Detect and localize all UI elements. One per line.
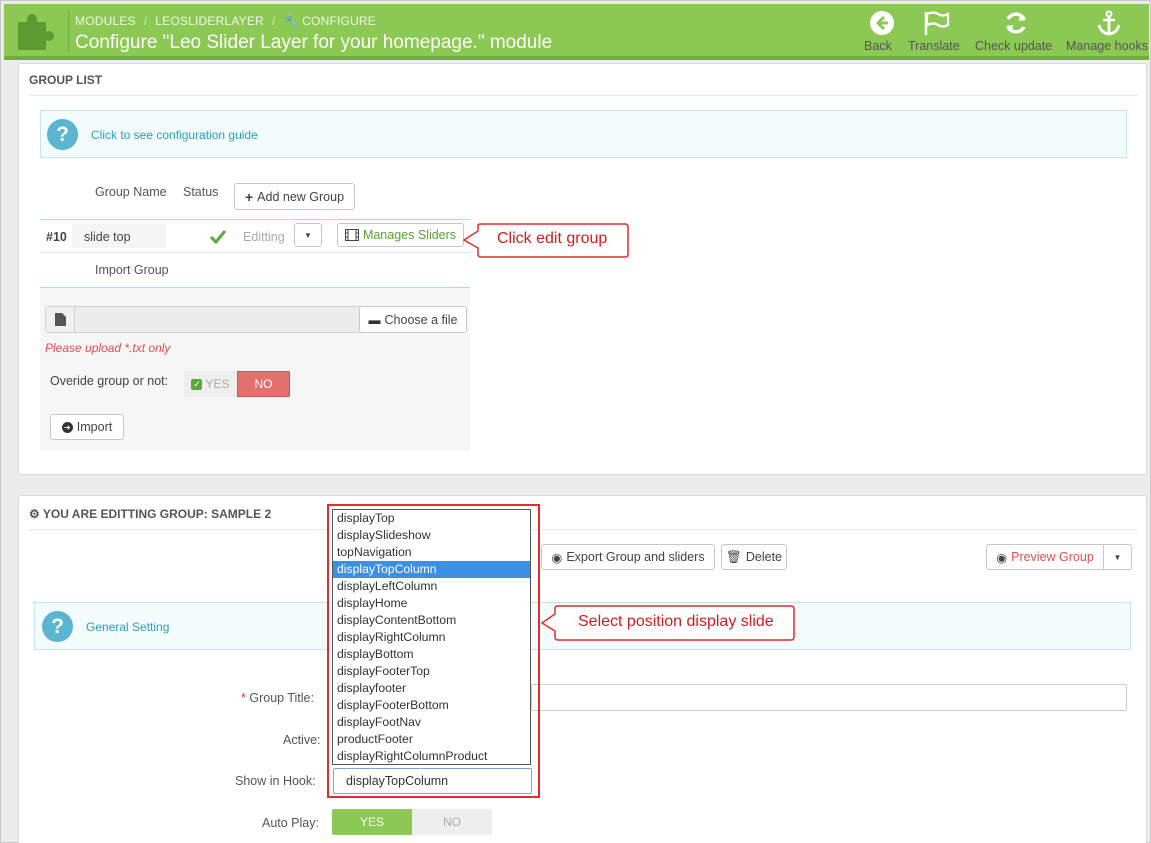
group-title-label: * Group Title:: [241, 691, 314, 705]
show-in-hook-label: Show in Hook:: [235, 774, 316, 788]
hook-option[interactable]: displayBottom: [333, 646, 530, 663]
col-status: Status: [183, 185, 219, 199]
auto-play-label: Auto Play:: [262, 816, 319, 830]
hook-dropdown-list[interactable]: displayTop displaySlideshow topNavigation d…: [332, 509, 531, 765]
plus-icon: +: [244, 188, 254, 205]
file-input[interactable]: ▬ Choose a file: [45, 306, 467, 333]
add-group-button[interactable]: + Add new Group: [234, 183, 355, 210]
hook-option[interactable]: topNavigation: [333, 544, 530, 561]
back-button[interactable]: Back: [864, 10, 900, 53]
col-group-name: Group Name: [95, 185, 167, 199]
hook-option[interactable]: displayHome: [333, 595, 530, 612]
guide-link[interactable]: Click to see configuration guide: [91, 128, 258, 142]
hook-option[interactable]: displaySlideshow: [333, 527, 530, 544]
question-icon: ?: [42, 611, 73, 642]
hook-option[interactable]: displayTop: [333, 510, 530, 527]
preview-group-button[interactable]: ◉ Preview Group: [986, 544, 1104, 570]
override-label: Overide group or not:: [50, 374, 169, 388]
upload-note: Please upload *.txt only: [45, 341, 171, 355]
group-list-heading: GROUP LIST: [29, 64, 1138, 96]
table-row: #10 slide top Editting ▼ Manages Sliders: [40, 219, 470, 253]
check-icon[interactable]: [210, 230, 226, 244]
film-icon: [344, 229, 359, 241]
anchor-icon: [1097, 10, 1121, 36]
edit-group-callout: Click edit group: [497, 230, 608, 247]
hook-option[interactable]: displayRightColumnProduct: [333, 748, 530, 765]
hook-option[interactable]: displayFootNav: [333, 714, 530, 731]
flag-icon: [924, 11, 950, 35]
group-title-input[interactable]: [531, 684, 1127, 711]
editing-panel: ⚙ YOU ARE EDITTING GROUP: SAMPLE 2 ◉ Expo…: [18, 495, 1147, 843]
refresh-icon: [1006, 12, 1026, 34]
breadcrumb-modules[interactable]: MODULES: [75, 14, 136, 28]
import-section: ▬ Choose a file Please upload *.txt only …: [40, 287, 470, 451]
check-update-button[interactable]: Check update: [975, 10, 1057, 53]
export-group-button[interactable]: ◉ Export Group and sliders: [541, 544, 715, 570]
arrow-circle-icon: ➜: [61, 421, 73, 433]
eye-icon: ◉: [551, 550, 563, 565]
folder-icon: ▬: [368, 312, 381, 327]
breadcrumb-configure: CONFIGURE: [302, 14, 376, 28]
override-toggle[interactable]: ✓ YES NO: [184, 371, 290, 397]
group-id: #10: [46, 230, 67, 244]
hook-option[interactable]: displayRightColumn: [333, 629, 530, 646]
page-title: Configure "Leo Slider Layer for your hom…: [75, 32, 553, 53]
puzzle-module-icon: [18, 14, 55, 50]
general-setting-link[interactable]: General Setting: [86, 620, 169, 634]
hook-option[interactable]: productFooter: [333, 731, 530, 748]
wrench-icon: 🔧: [283, 14, 299, 28]
trash-icon: 🗑: [725, 549, 742, 564]
file-icon: [54, 313, 66, 326]
screenshot-frame: MODULES / LEOSLIDERLAYER / 🔧 CONFIGURE Confi…: [0, 0, 1151, 843]
breadcrumb-module[interactable]: LEOSLIDERLAYER: [155, 14, 264, 28]
group-list-panel: GROUP LIST ? Click to see configuration …: [18, 63, 1147, 475]
auto-play-no[interactable]: NO: [412, 809, 492, 835]
checkbox-icon: ✓: [191, 378, 203, 390]
question-icon: ?: [47, 119, 78, 150]
delete-button[interactable]: 🗑 Delete: [721, 544, 787, 570]
override-yes[interactable]: ✓ YES: [184, 371, 237, 397]
hook-option[interactable]: displayContentBottom: [333, 612, 530, 629]
hook-option[interactable]: displayFooterBottom: [333, 697, 530, 714]
import-group-label: Import Group: [95, 263, 169, 277]
caret-down-icon: ▼: [304, 230, 312, 240]
breadcrumb: MODULES / LEOSLIDERLAYER / 🔧 CONFIGURE: [75, 14, 376, 28]
override-no[interactable]: NO: [237, 371, 290, 397]
guide-infobox: ? Click to see configuration guide: [40, 110, 1127, 158]
position-callout: Select position display slide: [578, 613, 774, 630]
import-button[interactable]: ➜ Import: [50, 414, 124, 440]
auto-play-toggle[interactable]: YES NO: [332, 809, 492, 835]
hook-option[interactable]: displayFooterTop: [333, 663, 530, 680]
active-label: Active:: [283, 733, 321, 747]
hook-option[interactable]: displayLeftColumn: [333, 578, 530, 595]
cogs-icon: ⚙: [29, 507, 40, 521]
group-name: slide top: [84, 230, 131, 244]
eye-icon: ◉: [996, 550, 1008, 565]
preview-dropdown-button[interactable]: ▼: [1103, 544, 1132, 570]
page-header: MODULES / LEOSLIDERLAYER / 🔧 CONFIGURE Confi…: [4, 4, 1149, 56]
editing-heading: YOU ARE EDITTING GROUP: SAMPLE 2: [42, 507, 272, 521]
auto-play-yes[interactable]: YES: [332, 809, 412, 835]
choose-file-button[interactable]: ▬ Choose a file: [359, 306, 467, 333]
back-arrow-icon: [870, 11, 894, 35]
caret-down-icon: ▼: [1113, 552, 1122, 562]
translate-button[interactable]: Translate: [908, 10, 964, 53]
row-dropdown-button[interactable]: ▼: [294, 223, 322, 247]
hook-option[interactable]: displayfooter: [333, 680, 530, 697]
hook-option[interactable]: displayTopColumn: [333, 561, 530, 578]
edit-action[interactable]: Editting: [243, 230, 285, 244]
manage-hooks-button[interactable]: Manage hooks: [1066, 10, 1151, 53]
manage-sliders-button[interactable]: Manages Sliders: [337, 223, 464, 247]
